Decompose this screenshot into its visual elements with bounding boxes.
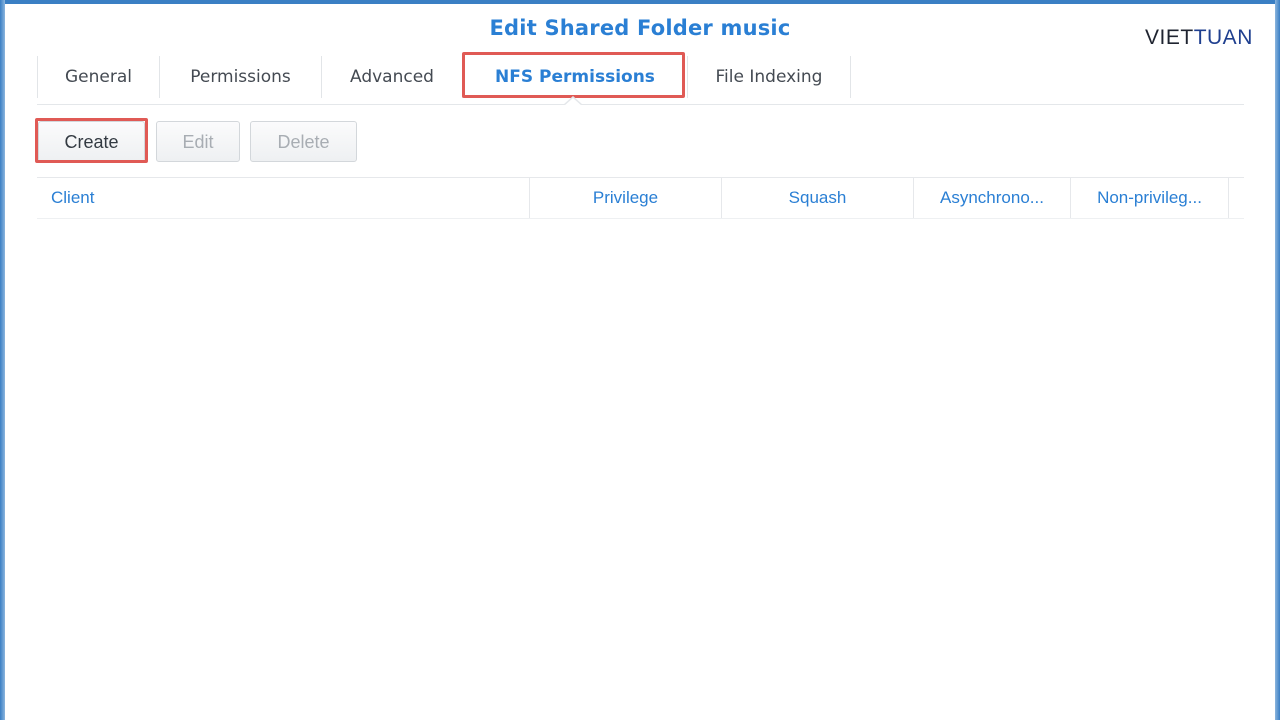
column-header-non-privileged[interactable]: Non-privileg... xyxy=(1071,178,1229,218)
tab-bar-divider xyxy=(37,104,1244,105)
dialog-title: Edit Shared Folder music xyxy=(489,16,791,40)
column-header-squash[interactable]: Squash xyxy=(722,178,914,218)
tab-general[interactable]: General xyxy=(37,56,159,98)
brand-part-1: VIET xyxy=(1145,26,1194,49)
window-left-edge xyxy=(0,0,5,720)
tab-permissions[interactable]: Permissions xyxy=(159,56,321,98)
column-header-client[interactable]: Client xyxy=(37,178,530,218)
create-button-highlight-box xyxy=(35,118,148,163)
active-tab-pointer-fill xyxy=(564,98,582,106)
edit-shared-folder-dialog: Edit Shared Folder music VIETTUAN Genera… xyxy=(0,0,1280,720)
column-header-privilege[interactable]: Privilege xyxy=(530,178,722,218)
grid-body-empty xyxy=(37,219,1244,719)
brand-part-2: TUAN xyxy=(1193,26,1253,49)
window-top-edge xyxy=(0,0,1280,4)
window-right-edge xyxy=(1275,0,1280,720)
brand-watermark: VIETTUAN xyxy=(1145,26,1253,50)
edit-button[interactable]: Edit xyxy=(156,121,240,162)
delete-button[interactable]: Delete xyxy=(250,121,357,162)
column-header-asynchronous[interactable]: Asynchrono... xyxy=(914,178,1071,218)
tab-advanced[interactable]: Advanced xyxy=(321,56,462,98)
nfs-tab-highlight-box xyxy=(462,52,685,98)
tab-bar: General Permissions Advanced NFS Permiss… xyxy=(37,56,851,98)
grid-header: Client Privilege Squash Asynchrono... No… xyxy=(37,178,1229,218)
tab-file-indexing[interactable]: File Indexing xyxy=(687,56,851,98)
